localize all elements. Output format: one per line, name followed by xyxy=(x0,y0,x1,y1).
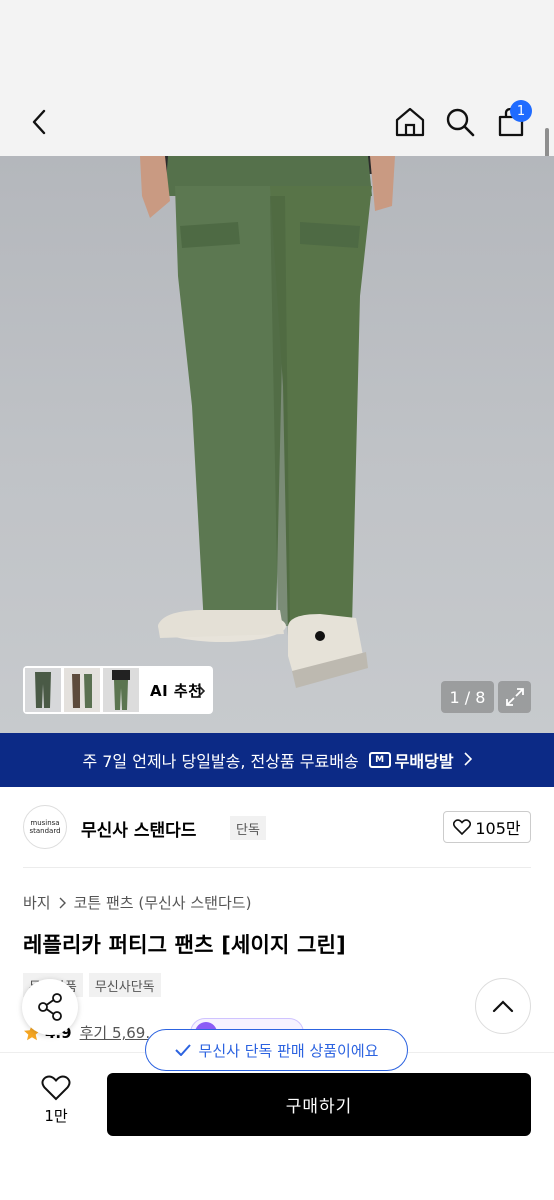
exclusive-toast: 무신사 단독 판매 상품이에요 xyxy=(145,1029,408,1071)
status-bar-area xyxy=(0,0,554,90)
ai-recommend-label: AI 추천 xyxy=(150,681,203,700)
share-button[interactable] xyxy=(22,979,78,1035)
bottom-action-bar: 1만 구매하기 xyxy=(0,1052,554,1200)
chevron-right-icon xyxy=(197,683,206,702)
breadcrumb: 바지 코튼 팬츠 (무신사 스탠다드) xyxy=(23,892,251,913)
check-icon xyxy=(174,1044,191,1056)
product-image[interactable] xyxy=(0,156,554,733)
brand-name[interactable]: 무신사 스탠다드 xyxy=(81,816,196,841)
free-delivery-badge: M 무배당발 xyxy=(368,748,454,772)
wish-button[interactable]: 1만 xyxy=(26,1075,86,1126)
share-icon xyxy=(37,993,63,1021)
brand-like-button[interactable]: 105만 xyxy=(443,811,531,843)
thumbnail-3[interactable] xyxy=(103,668,139,712)
breadcrumb-category[interactable]: 바지 xyxy=(23,892,51,913)
wish-count: 1만 xyxy=(44,1107,68,1125)
banner-text: 주 7일 언제나 당일발송, 전상품 무료배송 xyxy=(82,752,359,771)
expand-icon[interactable] xyxy=(498,681,531,713)
tag-exclusive: 무신사단독 xyxy=(88,973,161,997)
chevron-up-icon xyxy=(492,999,514,1013)
chevron-right-icon xyxy=(59,897,66,909)
back-icon[interactable] xyxy=(22,104,58,140)
chevron-right-icon xyxy=(463,751,472,770)
top-navigation-bar xyxy=(0,90,554,156)
divider xyxy=(23,867,531,868)
breadcrumb-subcategory[interactable]: 코튼 팬츠 (무신사 스탠다드) xyxy=(74,892,252,913)
ai-recommend-card[interactable]: AI 추천 xyxy=(23,666,213,714)
buy-button[interactable]: 구매하기 xyxy=(107,1073,531,1136)
heart-icon xyxy=(26,1075,86,1101)
brand-row: musinsa standard 무신사 스탠다드 단독 105만 xyxy=(23,805,531,851)
heart-icon xyxy=(453,819,472,835)
delivery-label: 무배당발 xyxy=(394,752,454,771)
thumbnail-1[interactable] xyxy=(25,668,61,712)
exclusive-tag: 단독 xyxy=(230,816,266,840)
thumbnail-2[interactable] xyxy=(64,668,100,712)
delivery-banner[interactable]: 주 7일 언제나 당일발송, 전상품 무료배송 M 무배당발 xyxy=(0,733,554,787)
cart-count-badge: 1 xyxy=(510,100,532,122)
search-icon[interactable] xyxy=(442,104,478,140)
product-title: 레플리카 퍼티그 팬츠 [세이지 그린] xyxy=(23,933,346,957)
toast-text: 무신사 단독 판매 상품이에요 xyxy=(198,1041,379,1060)
brand-logo[interactable]: musinsa standard xyxy=(23,805,67,849)
product-photo-pants xyxy=(140,156,395,688)
brand-like-count: 105만 xyxy=(475,819,521,838)
image-counter: 1 / 8 xyxy=(441,681,494,713)
home-icon[interactable] xyxy=(392,104,428,140)
delivery-truck-icon: M xyxy=(368,752,391,768)
scroll-to-top-button[interactable] xyxy=(475,978,531,1034)
